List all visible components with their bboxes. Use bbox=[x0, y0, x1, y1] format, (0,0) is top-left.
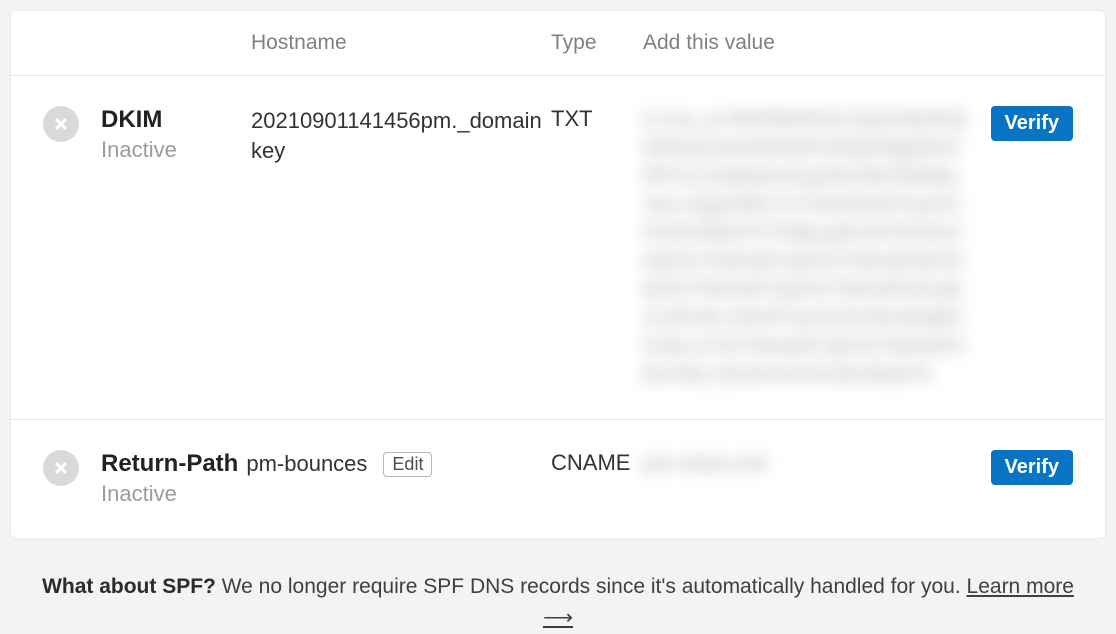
table-row: DKIM Inactive 20210901141456pm._domainke… bbox=[11, 76, 1105, 420]
verify-button[interactable]: Verify bbox=[991, 450, 1073, 485]
close-icon bbox=[53, 116, 69, 132]
record-value-hidden: pm.mtasv.net bbox=[643, 450, 969, 478]
edit-button[interactable]: Edit bbox=[383, 452, 432, 477]
spf-footer-note: What about SPF? We no longer require SPF… bbox=[0, 549, 1116, 634]
table-row: Return-Path pm-bounces Edit Inactive CNA… bbox=[11, 420, 1105, 537]
inactive-status-icon bbox=[43, 450, 79, 486]
record-name: Return-Path bbox=[101, 450, 238, 478]
record-type: TXT bbox=[551, 106, 643, 132]
record-type: CNAME bbox=[551, 450, 643, 476]
footer-text: We no longer require SPF DNS records sin… bbox=[216, 575, 967, 598]
close-icon bbox=[53, 460, 69, 476]
hostname-value: pm-bounces bbox=[246, 451, 367, 477]
footer-bold: What about SPF? bbox=[42, 575, 216, 598]
arrow-right-icon: ⟶ bbox=[543, 602, 573, 634]
verify-button[interactable]: Verify bbox=[991, 106, 1073, 141]
header-value: Add this value bbox=[643, 31, 989, 55]
table-header: Hostname Type Add this value bbox=[11, 11, 1105, 76]
record-status: Inactive bbox=[101, 480, 551, 508]
header-hostname: Hostname bbox=[251, 31, 551, 55]
record-value-hidden: k=rsa; p=MIGfMA0GCSqGSIb3DQEBAQUAA4GNADC… bbox=[643, 106, 969, 389]
inactive-status-icon bbox=[43, 106, 79, 142]
hostname-value: 20210901141456pm._domainkey bbox=[251, 106, 551, 165]
dns-records-card: Hostname Type Add this value DKIM Inacti… bbox=[10, 10, 1106, 539]
record-name: DKIM bbox=[101, 106, 251, 134]
record-status: Inactive bbox=[101, 136, 251, 164]
header-type: Type bbox=[551, 31, 643, 55]
